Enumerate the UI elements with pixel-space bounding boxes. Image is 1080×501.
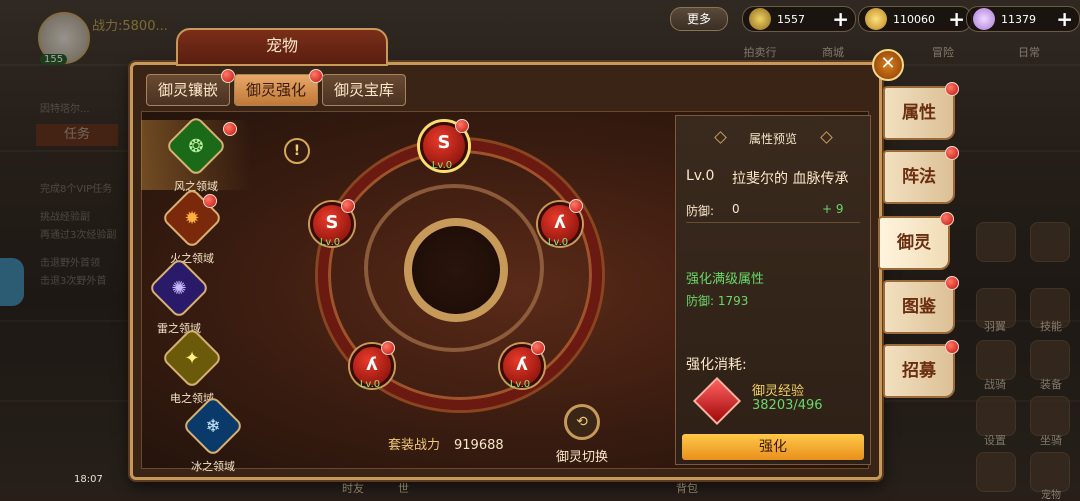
- cost-title: 强化消耗:: [686, 357, 747, 373]
- enhance-button[interactable]: 强化: [682, 434, 864, 460]
- red-dot-icon: [569, 199, 583, 213]
- add-gold-button[interactable]: +: [948, 9, 965, 29]
- switch-icon: ⟲: [564, 404, 600, 440]
- tab-spirit[interactable]: 御灵: [878, 212, 954, 270]
- tab-codex[interactable]: 图鉴: [883, 276, 959, 334]
- gold-count: 110060: [893, 12, 935, 26]
- domain-ice[interactable]: ❄ 冰之领域: [158, 394, 268, 474]
- tab-treasury[interactable]: 御灵宝库: [322, 74, 406, 106]
- red-gem-icon: [692, 376, 742, 426]
- node-level: Lv.0: [319, 237, 341, 248]
- switch-spirit-button[interactable]: ⟲ 御灵切换: [550, 404, 614, 465]
- switch-label: 御灵切换: [555, 450, 608, 465]
- red-dot-icon: [945, 340, 959, 354]
- electric-domain-icon: ✦: [160, 326, 224, 390]
- red-dot-icon: [223, 122, 237, 136]
- set-power-label: 套装战力: [388, 438, 441, 453]
- domain-label: 火之领域: [170, 252, 214, 265]
- max-level-def: 防御: 1793: [686, 294, 749, 308]
- red-dot-icon: [945, 146, 959, 160]
- red-dot-icon: [531, 341, 545, 355]
- red-dot-icon: [940, 212, 954, 226]
- red-dot-icon: [221, 69, 235, 83]
- domain-label: 冰之领域: [191, 460, 235, 473]
- domain-fire[interactable]: ✹ 火之领域: [137, 186, 247, 266]
- info-icon[interactable]: !: [284, 138, 310, 164]
- domain-thunder[interactable]: ✺ 雷之领域: [124, 256, 234, 336]
- def-increase: + 9: [822, 202, 844, 216]
- red-dot-icon: [945, 276, 959, 290]
- center-ornament: [404, 218, 508, 322]
- bottom-label: 时友: [342, 482, 364, 495]
- gold-coin-icon: [865, 8, 887, 30]
- thunder-domain-icon: ✺: [147, 256, 211, 320]
- resource-diamond: 11379 +: [966, 6, 1080, 32]
- attr-name: 拉斐尔的 血脉传承: [732, 171, 849, 187]
- medal-count: 1557: [777, 12, 805, 26]
- red-dot-icon: [945, 82, 959, 96]
- diamond-icon: [973, 8, 995, 30]
- tab-inlay[interactable]: 御灵镶嵌: [146, 69, 235, 106]
- node-level: Lv.0: [359, 379, 381, 390]
- red-dot-icon: [381, 341, 395, 355]
- resource-medal: 1557 +: [742, 6, 856, 32]
- add-medal-button[interactable]: +: [832, 9, 849, 29]
- ice-domain-icon: ❄: [181, 394, 245, 458]
- red-dot-icon: [203, 194, 217, 208]
- tab-formation[interactable]: 阵法: [883, 146, 959, 204]
- bottom-label: 世: [398, 482, 409, 495]
- red-dot-icon: [341, 199, 355, 213]
- def-label: 防御:: [686, 204, 715, 218]
- max-level-title: 强化满级属性: [686, 272, 765, 287]
- clock: 18:07: [74, 474, 103, 485]
- panel-tabs: 御灵镶嵌 御灵强化 御灵宝库: [146, 69, 406, 106]
- panel-title: 宠物: [176, 28, 388, 66]
- tab-attributes[interactable]: 属性: [883, 82, 959, 140]
- medal-icon: [749, 8, 771, 30]
- wind-domain-icon: ❂: [164, 114, 228, 178]
- more-button[interactable]: 更多: [670, 7, 728, 31]
- set-power-value: 919688: [454, 438, 504, 453]
- attr-level: Lv.0: [686, 168, 715, 184]
- domain-electric[interactable]: ✦ 电之领域: [137, 326, 247, 406]
- attr-title: 属性预览: [748, 132, 797, 146]
- red-dot-icon: [309, 69, 323, 83]
- tab-enhance[interactable]: 御灵强化: [234, 69, 323, 106]
- domain-wind[interactable]: ❂ 风之领域: [141, 114, 251, 193]
- diamond-count: 11379: [1001, 12, 1036, 26]
- def-value: 0: [732, 202, 740, 216]
- bottom-label: 背包: [676, 482, 698, 495]
- cost-name: 御灵经验: [752, 384, 805, 399]
- red-dot-icon: [455, 119, 469, 133]
- node-level: Lv.0: [509, 379, 531, 390]
- set-power: 套装战力 919688: [388, 434, 504, 453]
- divider: [686, 222, 860, 223]
- domain-label: 雷之领域: [157, 322, 201, 335]
- cost-value: 38203/496: [752, 398, 823, 413]
- close-button[interactable]: ✕: [872, 49, 904, 81]
- tab-recruit[interactable]: 招募: [883, 340, 959, 398]
- add-diamond-button[interactable]: +: [1056, 9, 1073, 29]
- node-level: Lv.0: [431, 160, 453, 171]
- node-level: Lv.0: [547, 237, 569, 248]
- resource-gold: 110060 +: [858, 6, 972, 32]
- attribute-preview: 属性预览 Lv.0 拉斐尔的 血脉传承 防御: 0 + 9 强化满级属性 防御:…: [675, 115, 871, 465]
